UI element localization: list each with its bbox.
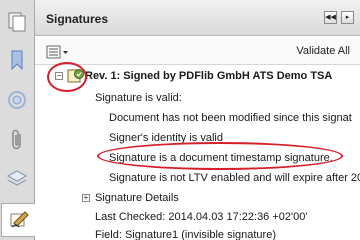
signature-field: Field: Signature1 (invisible signature) xyxy=(95,229,276,240)
signatures-icon[interactable] xyxy=(1,203,35,237)
layers-icon[interactable] xyxy=(4,166,30,192)
panel-header: Signatures ◀◀ ▸ xyxy=(35,0,360,36)
detail-not-modified: Document has not been modified since thi… xyxy=(109,112,352,124)
options-menu-button[interactable] xyxy=(46,44,70,59)
expand-signature-details-toggle[interactable]: + xyxy=(82,194,90,202)
list-options-icon xyxy=(46,45,68,58)
panel-toolbar: Validate All xyxy=(35,37,360,65)
signatures-panel: Signatures ◀◀ ▸ Validate All − Rev. 1: S… xyxy=(35,0,360,240)
revision-label[interactable]: Rev. 1: Signed by PDFlib GmbH ATS Demo T… xyxy=(85,70,332,82)
panel-title: Signatures xyxy=(46,12,109,26)
pages-icon[interactable] xyxy=(4,9,30,35)
attachments-icon[interactable] xyxy=(4,87,30,113)
validity-status: Signature is valid: xyxy=(95,92,182,104)
annotation-circle-seal xyxy=(47,62,87,92)
signature-details[interactable]: Signature Details xyxy=(95,192,179,204)
navigation-rail xyxy=(0,0,35,240)
collapse-panel-icon[interactable]: ◀◀ xyxy=(324,11,337,24)
last-checked: Last Checked: 2014.04.03 17:22:36 +02'00… xyxy=(95,211,308,223)
bookmark-icon[interactable] xyxy=(4,47,30,73)
detail-ltv: Signature is not LTV enabled and will ex… xyxy=(109,172,360,184)
annotation-circle-timestamp xyxy=(97,142,343,170)
paperclip-icon[interactable] xyxy=(4,127,30,153)
options-arrow-icon[interactable]: ▸ xyxy=(341,11,354,24)
validate-all-button[interactable]: Validate All xyxy=(296,45,350,57)
